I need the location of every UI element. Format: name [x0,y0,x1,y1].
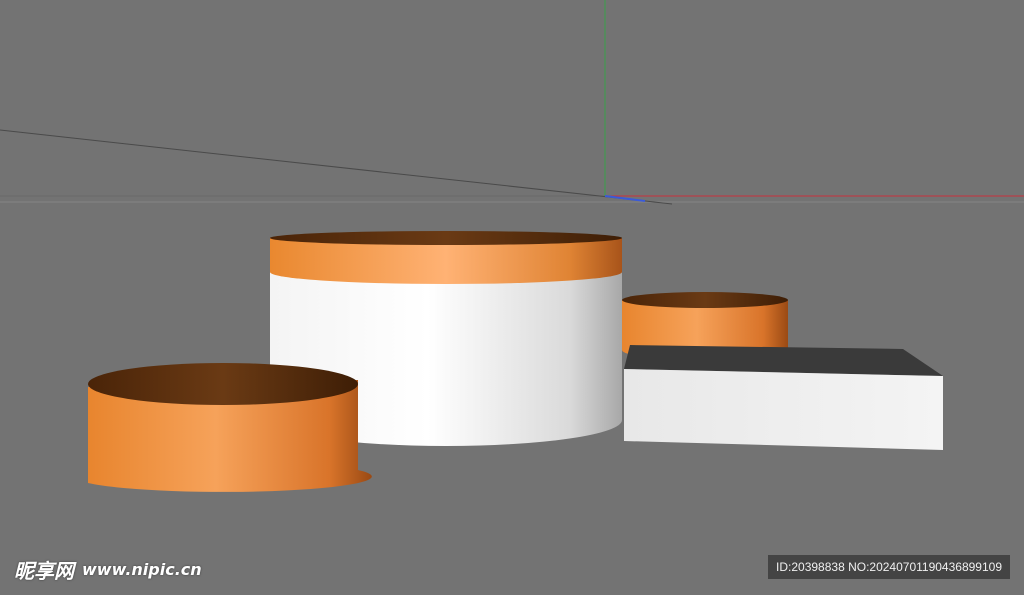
scene-canvas [0,0,1024,595]
watermark-url-text: www.nipic.cn [82,559,202,579]
watermark-brand-text: 昵享网 [14,558,74,583]
3d-viewport[interactable]: 昵享网 www.nipic.cn ID:20398838 NO:20240701… [0,0,1024,595]
white-box-right[interactable] [624,345,943,450]
watermark-id-badge: ID:20398838 NO:20240701190436899109 [768,555,1010,579]
box-front-face [624,369,943,450]
watermark-brand-group: 昵享网 www.nipic.cn [14,556,202,583]
watermark-id-text: ID:20398838 NO:20240701190436899109 [776,560,1002,574]
small-orange-cylinder-left[interactable] [88,363,372,492]
